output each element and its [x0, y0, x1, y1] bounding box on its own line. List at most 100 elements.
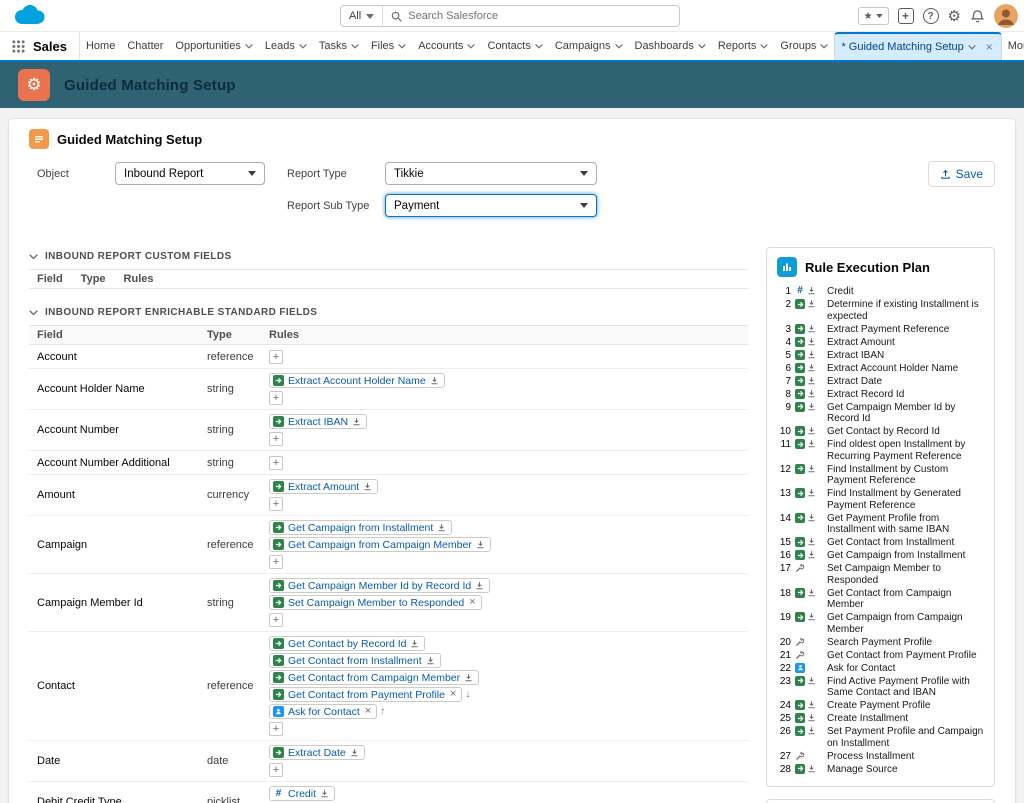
add-rule-button[interactable]: +: [269, 456, 283, 470]
avatar[interactable]: [994, 4, 1018, 28]
rule-pill[interactable]: Extract IBAN: [269, 414, 367, 429]
setup-icon[interactable]: ⚙: [948, 9, 961, 24]
rule-pill[interactable]: Get Campaign from Installment: [269, 520, 452, 535]
rule-pill[interactable]: Get Contact from Campaign Member: [269, 670, 479, 685]
plan-rule-name: Find Active Payment Profile with Same Co…: [827, 676, 984, 699]
download-icon[interactable]: [430, 376, 439, 385]
remove-rule-icon[interactable]: ×: [365, 706, 371, 717]
nav-tab-active[interactable]: * Guided Matching Setup×: [834, 32, 1001, 60]
field-type: reference: [207, 351, 269, 363]
add-rule-button[interactable]: +: [269, 555, 283, 569]
rule-link[interactable]: Get Contact from Installment: [288, 655, 422, 667]
rule-link[interactable]: Credit: [288, 788, 316, 800]
rule-link[interactable]: Get Contact by Record Id: [288, 638, 406, 650]
add-rule-button[interactable]: +: [269, 722, 283, 736]
favorites-icon[interactable]: ★: [858, 7, 889, 25]
download-icon[interactable]: [363, 482, 372, 491]
plan-rule-name: Extract Payment Reference: [827, 324, 984, 336]
tab-close-icon[interactable]: ×: [984, 40, 995, 54]
tab-label: Campaigns: [555, 40, 611, 52]
rule-icon: [795, 426, 805, 436]
move-down-icon[interactable]: ↓: [465, 689, 470, 700]
plan-item: 12Find Installment by Custom Payment Ref…: [777, 464, 984, 487]
notifications-icon[interactable]: [970, 9, 985, 24]
rule-link[interactable]: Set Campaign Member to Responded: [288, 597, 464, 609]
download-icon[interactable]: [475, 581, 484, 590]
plan-item: 27Process Installment: [777, 751, 984, 763]
add-rule-button[interactable]: +: [269, 432, 283, 446]
rule-link[interactable]: Extract Date: [288, 747, 346, 759]
report-type-select[interactable]: Tikkie: [385, 162, 597, 185]
nav-tab-contacts[interactable]: Contacts: [481, 32, 548, 60]
table-row: Account Number Additionalstring+: [29, 451, 748, 475]
search-icon: [391, 11, 402, 22]
rule-pill[interactable]: Extract Date: [269, 745, 365, 760]
rule-pill[interactable]: Get Campaign from Campaign Member: [269, 537, 491, 552]
rule-link[interactable]: Ask for Contact: [288, 706, 360, 718]
nav-tab-chatter[interactable]: Chatter: [121, 32, 169, 60]
download-icon[interactable]: [426, 656, 435, 665]
plan-rule-name: Get Campaign from Installment: [827, 550, 984, 562]
nav-tab-groups[interactable]: Groups: [774, 32, 834, 60]
rule-pill[interactable]: #Credit: [269, 786, 335, 801]
rule-link[interactable]: Get Contact from Campaign Member: [288, 672, 460, 684]
download-icon[interactable]: [437, 523, 446, 532]
download-icon[interactable]: [350, 748, 359, 757]
plan-number: 16: [777, 550, 791, 562]
save-button[interactable]: Save: [928, 161, 995, 187]
nav-tab-files[interactable]: Files: [365, 32, 412, 60]
help-icon[interactable]: ?: [923, 8, 939, 24]
rule-pill[interactable]: Set Campaign Member to Responded ×: [269, 595, 482, 610]
app-name[interactable]: Sales: [33, 32, 80, 60]
tab-label: Reports: [718, 40, 757, 52]
report-sub-type-select[interactable]: Payment: [385, 194, 597, 217]
download-icon[interactable]: [464, 673, 473, 682]
rule-link[interactable]: Get Campaign from Installment: [288, 522, 433, 534]
nav-tab-tasks[interactable]: Tasks: [313, 32, 365, 60]
nav-tab-campaigns[interactable]: Campaigns: [549, 32, 629, 60]
section-standard-fields-header[interactable]: INBOUND REPORT ENRICHABLE STANDARD FIELD…: [29, 307, 748, 318]
rule-pill[interactable]: Ask for Contact ×: [269, 704, 377, 719]
rule-pill[interactable]: Get Contact by Record Id: [269, 636, 425, 651]
add-icon[interactable]: +: [898, 8, 914, 24]
rule-link[interactable]: Get Campaign from Campaign Member: [288, 539, 472, 551]
rule-pill[interactable]: Extract Amount: [269, 479, 378, 494]
download-icon[interactable]: [476, 540, 485, 549]
remove-rule-icon[interactable]: ×: [450, 689, 456, 700]
rule-link[interactable]: Get Contact from Payment Profile: [288, 689, 445, 701]
rule-pill[interactable]: Extract Account Holder Name: [269, 373, 445, 388]
add-rule-button[interactable]: +: [269, 391, 283, 405]
nav-tab-leads[interactable]: Leads: [259, 32, 313, 60]
add-rule-button[interactable]: +: [269, 497, 283, 511]
nav-tab-reports[interactable]: Reports: [712, 32, 775, 60]
rule-pill[interactable]: Get Contact from Installment: [269, 653, 441, 668]
rule-pill[interactable]: Get Campaign Member Id by Record Id: [269, 578, 490, 593]
object-select[interactable]: Inbound Report: [115, 162, 265, 185]
tab-label: Files: [371, 40, 394, 52]
download-icon[interactable]: [410, 639, 419, 648]
nav-tab-opportunities[interactable]: Opportunities: [169, 32, 258, 60]
add-rule-button[interactable]: +: [269, 763, 283, 777]
plan-icons: [795, 676, 823, 699]
move-up-icon[interactable]: ↑: [380, 706, 385, 717]
search-scope-dropdown[interactable]: All: [341, 6, 383, 26]
remove-rule-icon[interactable]: ×: [469, 597, 475, 608]
download-icon[interactable]: [320, 789, 329, 798]
app-launcher-icon[interactable]: [0, 32, 33, 60]
rule-link[interactable]: Extract Account Holder Name: [288, 375, 426, 387]
table-row: Campaign Member IdstringGet Campaign Mem…: [29, 574, 748, 632]
add-rule-button[interactable]: +: [269, 350, 283, 364]
add-rule-button[interactable]: +: [269, 613, 283, 627]
nav-tab-home[interactable]: Home: [80, 32, 121, 60]
nav-tab-accounts[interactable]: Accounts: [412, 32, 481, 60]
plan-icons: #: [795, 286, 823, 298]
download-icon[interactable]: [352, 417, 361, 426]
rule-link[interactable]: Extract Amount: [288, 481, 359, 493]
rule-pill[interactable]: Get Contact from Payment Profile ×: [269, 687, 462, 702]
nav-tab-dashboards[interactable]: Dashboards: [629, 32, 712, 60]
rule-link[interactable]: Get Campaign Member Id by Record Id: [288, 580, 471, 592]
section-custom-fields-header[interactable]: INBOUND REPORT CUSTOM FIELDS: [29, 251, 748, 262]
search-input[interactable]: [408, 10, 671, 22]
rule-link[interactable]: Extract IBAN: [288, 416, 348, 428]
nav-tab-more[interactable]: More: [1002, 32, 1024, 60]
